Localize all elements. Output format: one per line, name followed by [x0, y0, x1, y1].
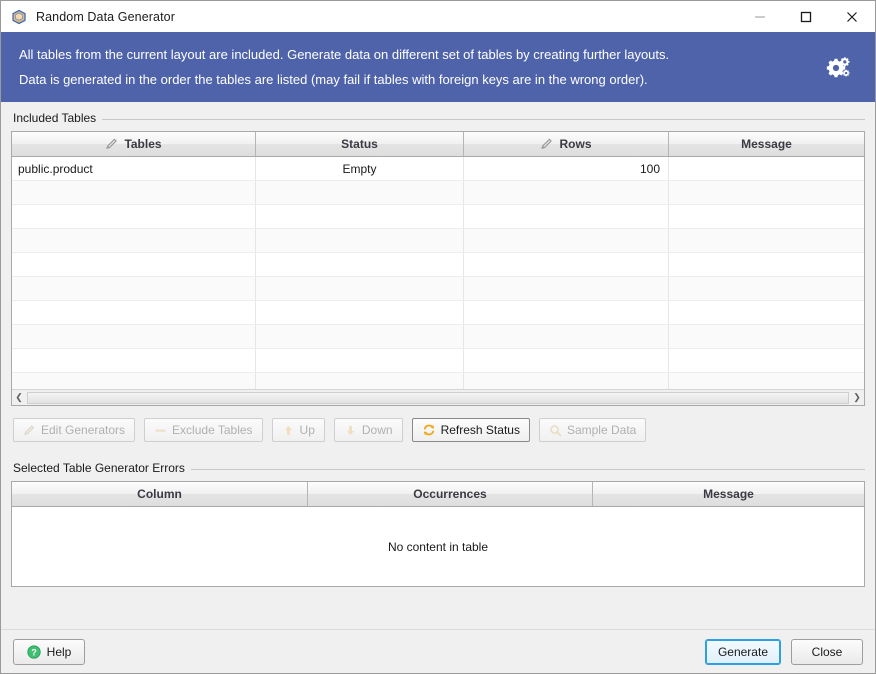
pencil-icon: [106, 138, 118, 149]
minimize-button[interactable]: [737, 1, 783, 32]
cell-message: [669, 157, 864, 180]
arrow-down-icon: [346, 425, 355, 435]
group-divider: [102, 119, 865, 120]
column-header-rows[interactable]: Rows: [464, 132, 669, 156]
close-label: Close: [811, 644, 843, 659]
table-row-empty[interactable]: [12, 205, 864, 229]
maximize-button[interactable]: [783, 1, 829, 32]
search-icon: [550, 424, 562, 436]
move-up-button[interactable]: Up: [271, 418, 325, 442]
column-header-message[interactable]: Message: [669, 132, 864, 156]
svg-text:?: ?: [31, 647, 37, 657]
chevron-left-icon[interactable]: ❮: [12, 390, 26, 406]
generator-errors-label-text: Selected Table Generator Errors: [13, 461, 185, 475]
edit-generators-button[interactable]: Edit Generators: [13, 418, 136, 442]
column-header-occurrences[interactable]: Occurrences: [308, 482, 593, 506]
help-label: Help: [46, 644, 72, 659]
column-header-tables-label: Tables: [124, 137, 162, 151]
dialog-footer: ? Help Generate Close: [1, 629, 875, 673]
help-question-icon: ?: [27, 644, 41, 659]
group-divider: [190, 469, 865, 470]
table-row[interactable]: public.product Empty 100: [12, 157, 864, 181]
sample-data-label: Sample Data: [566, 423, 637, 437]
minus-icon: [155, 429, 166, 432]
included-tables-group-label: Included Tables: [11, 102, 865, 131]
close-dialog-button[interactable]: Close: [791, 638, 863, 665]
column-header-status-label: Status: [341, 137, 378, 151]
close-button[interactable]: [829, 1, 875, 32]
included-tables-label-text: Included Tables: [13, 111, 97, 125]
move-down-button[interactable]: Down: [333, 418, 403, 442]
generate-label: Generate: [717, 644, 768, 659]
banner-line-2: Data is generated in the order the table…: [19, 72, 648, 87]
column-header-rows-label: Rows: [559, 137, 592, 151]
refresh-status-label: Refresh Status: [440, 423, 520, 437]
minimize-icon: [755, 16, 765, 17]
cell-tables: public.product: [12, 157, 256, 180]
errors-empty-message: No content in table: [12, 507, 864, 586]
banner-text: All tables from the current layout are i…: [19, 42, 825, 92]
included-tables-header-row: Tables Status Rows Message: [12, 132, 864, 157]
chevron-right-icon[interactable]: ❯: [850, 390, 864, 406]
pencil-icon: [541, 138, 553, 149]
move-up-label: Up: [299, 423, 315, 437]
dialog-body: Included Tables Tables Status Rows Messa…: [1, 102, 875, 629]
scrollbar-thumb[interactable]: [28, 392, 848, 403]
table-row-empty[interactable]: [12, 325, 864, 349]
table-row-empty[interactable]: [12, 253, 864, 277]
generator-errors-header-row: Column Occurrences Message: [12, 482, 864, 507]
generate-button[interactable]: Generate: [704, 638, 781, 665]
banner-line-1: All tables from the current layout are i…: [19, 47, 670, 62]
column-header-column[interactable]: Column: [12, 482, 308, 506]
close-icon: [847, 11, 857, 22]
cell-rows: 100: [464, 157, 669, 180]
column-header-tables[interactable]: Tables: [12, 132, 256, 156]
generator-errors-grid[interactable]: Column Occurrences Message No content in…: [11, 481, 865, 587]
column-header-message-label: Message: [741, 137, 792, 151]
column-header-errors-message[interactable]: Message: [593, 482, 864, 506]
sample-data-button[interactable]: Sample Data: [538, 418, 647, 442]
move-down-label: Down: [361, 423, 393, 437]
column-header-errors-message-label: Message: [703, 487, 754, 501]
column-header-column-label: Column: [137, 487, 182, 501]
column-header-occurrences-label: Occurrences: [413, 487, 487, 501]
exclude-tables-button[interactable]: Exclude Tables: [144, 418, 263, 442]
generator-errors-group-label: Selected Table Generator Errors: [11, 452, 865, 481]
pencil-icon: [24, 424, 34, 435]
cell-status: Empty: [256, 157, 464, 180]
window-title: Random Data Generator: [36, 9, 175, 24]
refresh-icon: [423, 424, 434, 436]
random-data-generator-dialog: Random Data Generator All tables from th…: [0, 0, 876, 674]
title-bar: Random Data Generator: [1, 1, 875, 32]
gears-icon[interactable]: [825, 54, 851, 80]
scrollbar-track[interactable]: [27, 391, 849, 404]
table-row-empty[interactable]: [12, 301, 864, 325]
horizontal-scrollbar[interactable]: ❮ ❯: [12, 389, 864, 405]
table-row-empty[interactable]: [12, 229, 864, 253]
cube-icon: [11, 9, 27, 25]
included-tables-body: public.product Empty 100: [12, 157, 864, 389]
window-controls: [737, 1, 875, 32]
refresh-status-button[interactable]: Refresh Status: [411, 418, 530, 442]
arrow-up-icon: [284, 425, 292, 435]
maximize-icon: [800, 11, 812, 22]
info-banner: All tables from the current layout are i…: [1, 32, 875, 102]
help-button[interactable]: ? Help: [13, 638, 85, 665]
exclude-tables-label: Exclude Tables: [172, 423, 253, 437]
column-header-status[interactable]: Status: [256, 132, 464, 156]
table-row-empty[interactable]: [12, 277, 864, 301]
table-toolbar: Edit Generators Exclude Tables Up Down R…: [11, 406, 865, 452]
table-row-empty[interactable]: [12, 373, 864, 389]
table-row-empty[interactable]: [12, 181, 864, 205]
included-tables-grid[interactable]: Tables Status Rows Message public.produc…: [11, 131, 865, 406]
table-row-empty[interactable]: [12, 349, 864, 373]
edit-generators-label: Edit Generators: [41, 423, 126, 437]
